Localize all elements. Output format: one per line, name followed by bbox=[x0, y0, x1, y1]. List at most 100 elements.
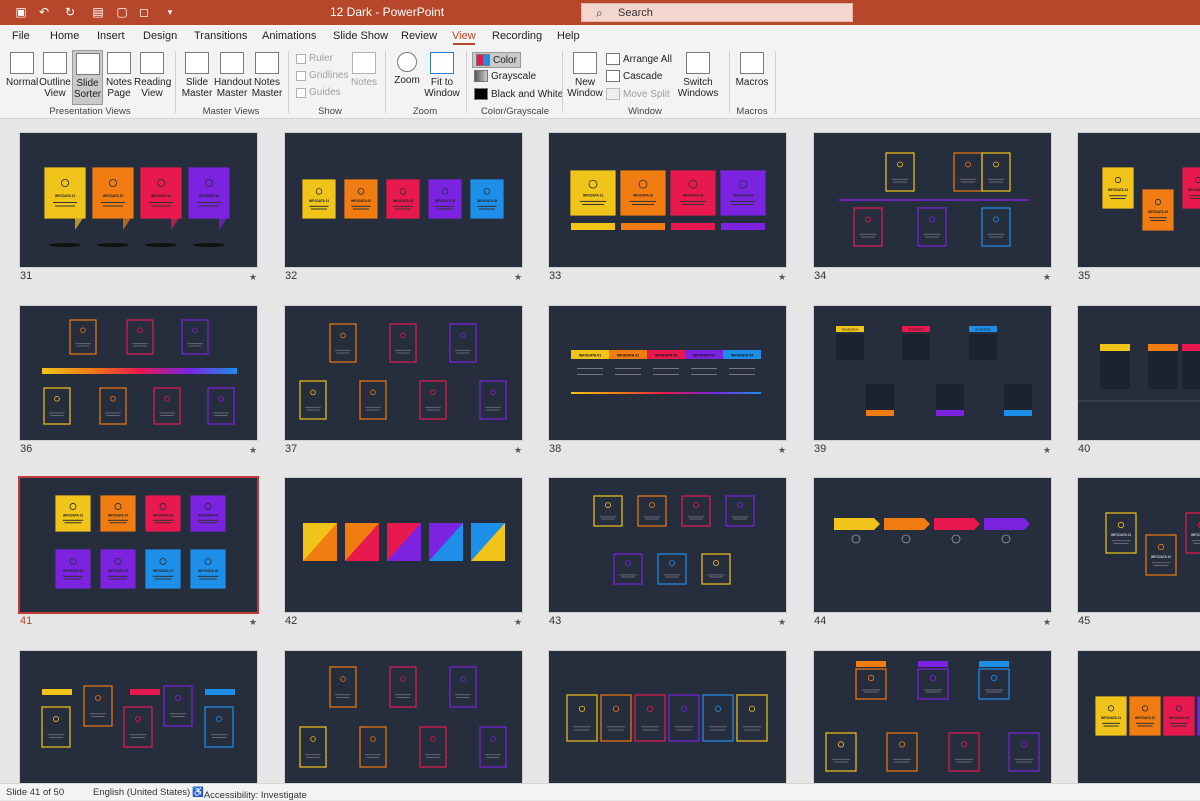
transition-star-icon[interactable]: ★ bbox=[778, 617, 786, 628]
accessibility-label: Accessibility: Investigate bbox=[204, 790, 307, 801]
new-window-button[interactable]: New Window bbox=[567, 52, 603, 99]
guides-checkbox[interactable]: Guides bbox=[296, 87, 341, 98]
fit-to-window-button[interactable]: Fit to Window bbox=[423, 52, 461, 99]
group-label: Window bbox=[615, 106, 675, 117]
slide-thumbnail[interactable]: INFODATA 01INFODATA 02INFODATA 03 bbox=[1078, 133, 1200, 267]
black-white-button[interactable]: Black and White bbox=[474, 88, 563, 100]
customize-toolbar-icon[interactable]: ▾ bbox=[162, 4, 178, 20]
slide-preview bbox=[285, 306, 522, 440]
language-status[interactable]: English (United States) bbox=[93, 787, 190, 798]
slide-number: 45 bbox=[1078, 615, 1090, 627]
slide-thumbnail[interactable] bbox=[1078, 306, 1200, 440]
fit-to-window-label: Fit to Window bbox=[424, 77, 460, 99]
notes-master-icon bbox=[255, 52, 279, 74]
transition-star-icon[interactable]: ★ bbox=[778, 272, 786, 283]
notes-button[interactable]: Notes bbox=[350, 52, 378, 88]
slide-master-button[interactable]: Slide Master bbox=[180, 52, 214, 99]
tab-animations[interactable]: Animations bbox=[262, 30, 316, 42]
transition-star-icon[interactable]: ★ bbox=[1043, 617, 1051, 628]
slide-thumbnail[interactable] bbox=[285, 651, 522, 783]
slide-number: 36 bbox=[20, 443, 32, 455]
slide-thumbnail[interactable]: RESEARCHSTRATEGYBUSINESS bbox=[814, 306, 1051, 440]
tab-transitions[interactable]: Transitions bbox=[194, 30, 247, 42]
slide-thumbnail[interactable] bbox=[20, 306, 257, 440]
notes-master-button[interactable]: Notes Master bbox=[251, 52, 283, 99]
slide-thumbnail[interactable]: INFODATA 01INFODATA 02INFODATA 03INFODAT… bbox=[549, 133, 786, 267]
outline-view-button[interactable]: Outline View bbox=[39, 52, 71, 99]
redo-icon[interactable]: ↻ bbox=[62, 4, 78, 20]
cascade-button[interactable]: Cascade bbox=[606, 70, 662, 82]
normal-view-button[interactable]: Normal bbox=[6, 52, 38, 88]
reading-view-button[interactable]: Reading View bbox=[134, 52, 170, 99]
tab-view[interactable]: View bbox=[452, 30, 476, 42]
tab-help[interactable]: Help bbox=[557, 30, 580, 42]
slide-thumbnail[interactable] bbox=[549, 651, 786, 783]
transition-star-icon[interactable]: ★ bbox=[514, 617, 522, 628]
accessibility-status[interactable]: ♿ Accessibility: Investigate bbox=[192, 787, 204, 798]
tab-home[interactable]: Home bbox=[50, 30, 79, 42]
notes-page-icon bbox=[107, 52, 131, 74]
slide-number: 41 bbox=[20, 615, 32, 627]
slide-thumbnail[interactable]: INFODATA 01INFODATA 02INFODATA 03INFODAT… bbox=[549, 306, 786, 440]
group-label: Presentation Views bbox=[40, 106, 140, 117]
search-placeholder: Search bbox=[618, 7, 653, 19]
handout-master-button[interactable]: Handout Master bbox=[214, 52, 250, 99]
move-split-button[interactable]: Move Split bbox=[606, 88, 670, 100]
notes-page-button[interactable]: Notes Page bbox=[104, 52, 134, 99]
presentation-icon[interactable]: ▤ bbox=[90, 4, 106, 20]
color-button[interactable]: Color bbox=[472, 52, 521, 68]
slide-thumbnail[interactable]: INFODATA 01INFODATA 02INFODATA 03 bbox=[1078, 478, 1200, 612]
transition-star-icon[interactable]: ★ bbox=[249, 272, 257, 283]
slide-thumbnail[interactable] bbox=[285, 306, 522, 440]
window-title: 12 Dark - PowerPoint bbox=[330, 5, 444, 19]
switch-windows-button[interactable]: Switch Windows bbox=[674, 52, 722, 99]
picture-icon[interactable]: ▢ bbox=[114, 4, 130, 20]
slide-thumbnail[interactable] bbox=[814, 651, 1051, 783]
slide-thumbnail[interactable]: INFODATA 01INFODATA 02INFODATA 03INFODAT… bbox=[1078, 651, 1200, 783]
tab-file[interactable]: File bbox=[12, 30, 30, 42]
slide-thumbnail[interactable]: INFODATA 01INFODATA 05INFODATA 02INFODAT… bbox=[20, 478, 257, 612]
slide-thumbnail[interactable]: INFODATA 01INFODATA 02INFODATA 03INFODAT… bbox=[285, 133, 522, 267]
notes-label: Notes bbox=[351, 77, 377, 88]
slide-number: 37 bbox=[285, 443, 297, 455]
undo-icon[interactable]: ↶ bbox=[36, 4, 52, 20]
svg-text:INFODATA 01: INFODATA 01 bbox=[309, 199, 330, 203]
transition-star-icon[interactable]: ★ bbox=[514, 272, 522, 283]
transition-star-icon[interactable]: ★ bbox=[778, 445, 786, 456]
switch-windows-label: Switch Windows bbox=[678, 77, 719, 99]
transition-star-icon[interactable]: ★ bbox=[249, 445, 257, 456]
svg-text:INFODATA 04: INFODATA 04 bbox=[733, 194, 754, 198]
tab-design[interactable]: Design bbox=[143, 30, 177, 42]
gridlines-checkbox[interactable]: Gridlines bbox=[296, 70, 348, 81]
slide-thumbnail[interactable] bbox=[20, 651, 257, 783]
slide-preview: INFODATA 01INFODATA 02INFODATA 03INFODAT… bbox=[285, 133, 522, 267]
tab-insert[interactable]: Insert bbox=[97, 30, 125, 42]
svg-text:INFODATA 05: INFODATA 05 bbox=[63, 569, 84, 573]
svg-text:INFODATA 03: INFODATA 03 bbox=[151, 194, 172, 198]
slide-thumbnail[interactable] bbox=[814, 133, 1051, 267]
arrange-all-button[interactable]: Arrange All bbox=[606, 53, 672, 65]
transition-star-icon[interactable]: ★ bbox=[514, 445, 522, 456]
slide-sorter-button[interactable]: Slide Sorter bbox=[72, 50, 103, 105]
transition-star-icon[interactable]: ★ bbox=[1043, 272, 1051, 283]
slide-thumbnail[interactable] bbox=[285, 478, 522, 612]
notes-icon bbox=[352, 52, 376, 74]
tab-slide-show[interactable]: Slide Show bbox=[333, 30, 388, 42]
slide-thumbnail[interactable] bbox=[549, 478, 786, 612]
search-box[interactable]: ⌕ Search bbox=[581, 3, 853, 22]
transition-star-icon[interactable]: ★ bbox=[249, 617, 257, 628]
tab-recording[interactable]: Recording bbox=[492, 30, 542, 42]
grayscale-button[interactable]: Grayscale bbox=[474, 70, 536, 82]
tab-review[interactable]: Review bbox=[401, 30, 437, 42]
shape-icon[interactable]: ◻ bbox=[136, 4, 152, 20]
slide-thumbnail[interactable] bbox=[814, 478, 1051, 612]
slide-thumbnail[interactable]: INFODATA 01INFODATA 02INFODATA 03INFODAT… bbox=[20, 133, 257, 267]
ribbon-divider bbox=[385, 51, 386, 113]
macros-button[interactable]: Macros bbox=[734, 52, 770, 88]
normal-view-icon bbox=[10, 52, 34, 74]
zoom-button[interactable]: Zoom bbox=[392, 52, 422, 86]
transition-star-icon[interactable]: ★ bbox=[1043, 445, 1051, 456]
ruler-checkbox[interactable]: Ruler bbox=[296, 53, 333, 64]
svg-text:INFODATA 02: INFODATA 02 bbox=[103, 194, 124, 198]
save-icon[interactable]: ▣ bbox=[13, 4, 29, 20]
